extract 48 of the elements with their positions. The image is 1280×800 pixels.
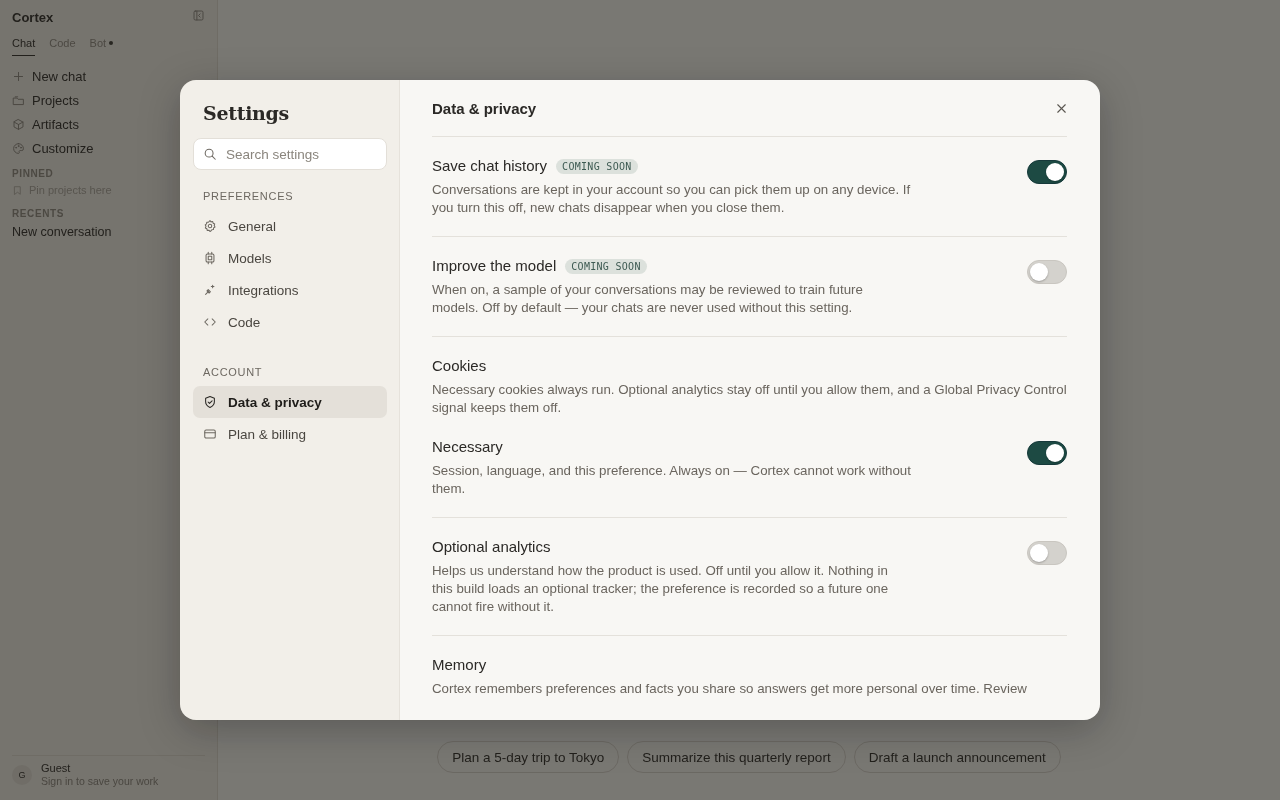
toggle-switch[interactable] bbox=[1027, 160, 1067, 184]
settings-icon bbox=[203, 219, 217, 233]
setting-description: Helps us understand how the product is used. Off until you allow it. Nothing in this build loads an optional tracker; the preference is recorded so a future one cannot fire without it. bbox=[432, 562, 890, 616]
section-description: Cortex remembers preferences and facts you share so answers get more personal over time. Review bbox=[432, 680, 1028, 698]
setting-title: Necessary bbox=[432, 437, 503, 457]
bookmark-icon bbox=[12, 184, 23, 196]
setting-description: Session, language, and this preference. Always on — Cortex cannot work without them. bbox=[432, 462, 912, 498]
plus-icon bbox=[12, 69, 25, 83]
sidebar-toggle-icon bbox=[192, 9, 205, 22]
sidebar-item[interactable]: New chat bbox=[12, 64, 205, 88]
section-title: Cookies bbox=[432, 356, 488, 376]
plug-icon bbox=[203, 283, 217, 297]
credit-card-icon bbox=[203, 427, 217, 441]
settings-nav-item[interactable]: Models bbox=[193, 242, 387, 274]
tab[interactable]: Chat bbox=[12, 33, 36, 56]
folder-icon bbox=[12, 93, 25, 107]
setting-description: Conversations are kept in your account so you can pick them up on any device. If you turn this off, new chats disappear when you close them. bbox=[432, 181, 912, 217]
status-tag: COMING SOON bbox=[556, 158, 638, 174]
setting-title: Optional analytics bbox=[432, 537, 551, 557]
suggestion-chip[interactable]: Plan a 5-day trip to Tokyo bbox=[437, 741, 620, 773]
section-title: Memory bbox=[432, 655, 488, 675]
app-title: Cortex bbox=[12, 9, 54, 25]
palette-icon bbox=[12, 141, 25, 155]
settings-nav-item[interactable]: General bbox=[193, 210, 387, 242]
avatar: G bbox=[12, 765, 32, 785]
search-icon bbox=[203, 147, 217, 161]
suggestion-chip[interactable]: Summarize this quarterly report bbox=[627, 741, 846, 773]
setting-title: Save chat history bbox=[432, 156, 548, 176]
dialog-title: Settings bbox=[203, 102, 290, 124]
shield-icon bbox=[203, 395, 217, 409]
user-name: Guest bbox=[41, 762, 72, 775]
setting-title: Improve the model bbox=[432, 256, 557, 276]
cube-icon bbox=[12, 117, 25, 131]
status-tag: COMING SOON bbox=[565, 258, 647, 274]
group-heading: ACCOUNT bbox=[203, 366, 264, 378]
settings-nav-item[interactable]: Integrations bbox=[193, 274, 387, 306]
setting-description: When on, a sample of your conversations may be reviewed to train future models. Off by default — your chats are never used without this setting. bbox=[432, 281, 864, 317]
section-description: Necessary cookies always run. Optional analytics stay off until you allow them, and a Global Privacy Control signal keeps them off. bbox=[432, 381, 1067, 417]
search-field[interactable]: Search settings bbox=[193, 138, 387, 170]
page-title: Data & privacy bbox=[432, 99, 537, 117]
settings-nav-item[interactable]: Code bbox=[193, 306, 387, 338]
code-icon bbox=[203, 315, 217, 329]
group-heading: PREFERENCES bbox=[203, 190, 295, 202]
chip-icon bbox=[203, 251, 217, 265]
settings-nav-item[interactable]: Plan & billing bbox=[193, 418, 387, 450]
suggestion-chip[interactable]: Draft a launch announcement bbox=[853, 741, 1061, 773]
settings-nav-item[interactable]: Data & privacy bbox=[193, 386, 387, 418]
toggle-switch[interactable] bbox=[1027, 441, 1067, 465]
